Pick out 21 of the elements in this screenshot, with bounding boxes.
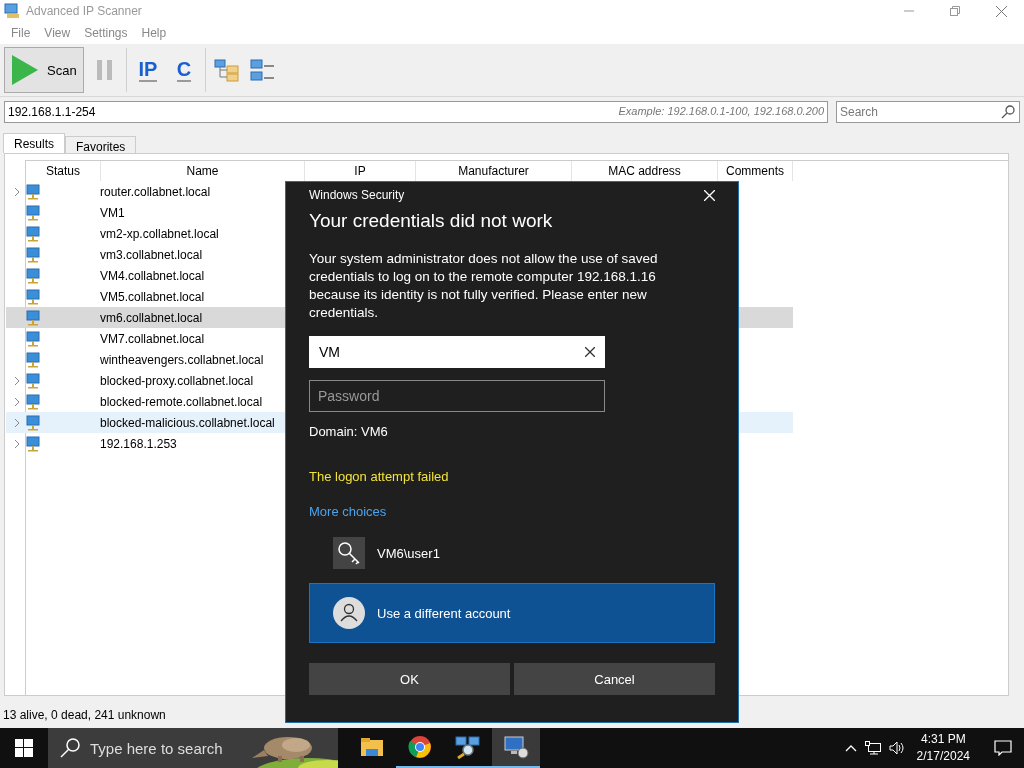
dialog-heading: Your credentials did not work bbox=[309, 210, 554, 232]
host-name: VM1 bbox=[100, 205, 125, 220]
window-title: Advanced IP Scanner bbox=[26, 4, 143, 18]
host-name: VM5.collabnet.local bbox=[100, 289, 205, 304]
example-hint: Example: 192.168.0.1-100, 192.168.0.200 bbox=[618, 105, 824, 117]
dialog-message: Your system administrator does not allow the use of saved credentials to log on to the remote computer 192.168.1.16 because its identity is not fully verified. Please enter new credentials. bbox=[309, 250, 659, 322]
host-name: blocked-remote.collabnet.local bbox=[100, 394, 263, 409]
domain-text: Domain: VM6 bbox=[309, 424, 389, 439]
dialog-title: Windows Security bbox=[309, 188, 406, 202]
host-name: blocked-malicious.collabnet.local bbox=[100, 415, 275, 430]
host-name: vm3.collabnet.local bbox=[100, 247, 203, 262]
host-name: vm6.collabnet.local bbox=[100, 310, 203, 325]
host-name: wintheavengers.collabnet.local bbox=[100, 352, 264, 367]
host-name: VM4.collabnet.local bbox=[100, 268, 205, 283]
error-message: The logon attempt failed bbox=[309, 469, 450, 484]
status-text: 13 alive, 0 dead, 241 unknown bbox=[2, 707, 167, 724]
host-name: 192.168.1.253 bbox=[100, 436, 177, 451]
host-name: VM7.collabnet.local bbox=[100, 331, 205, 346]
host-name: blocked-proxy.collabnet.local bbox=[100, 373, 254, 388]
host-name: router.collabnet.local bbox=[100, 184, 211, 199]
host-name: vm2-xp.collabnet.local bbox=[100, 226, 219, 241]
